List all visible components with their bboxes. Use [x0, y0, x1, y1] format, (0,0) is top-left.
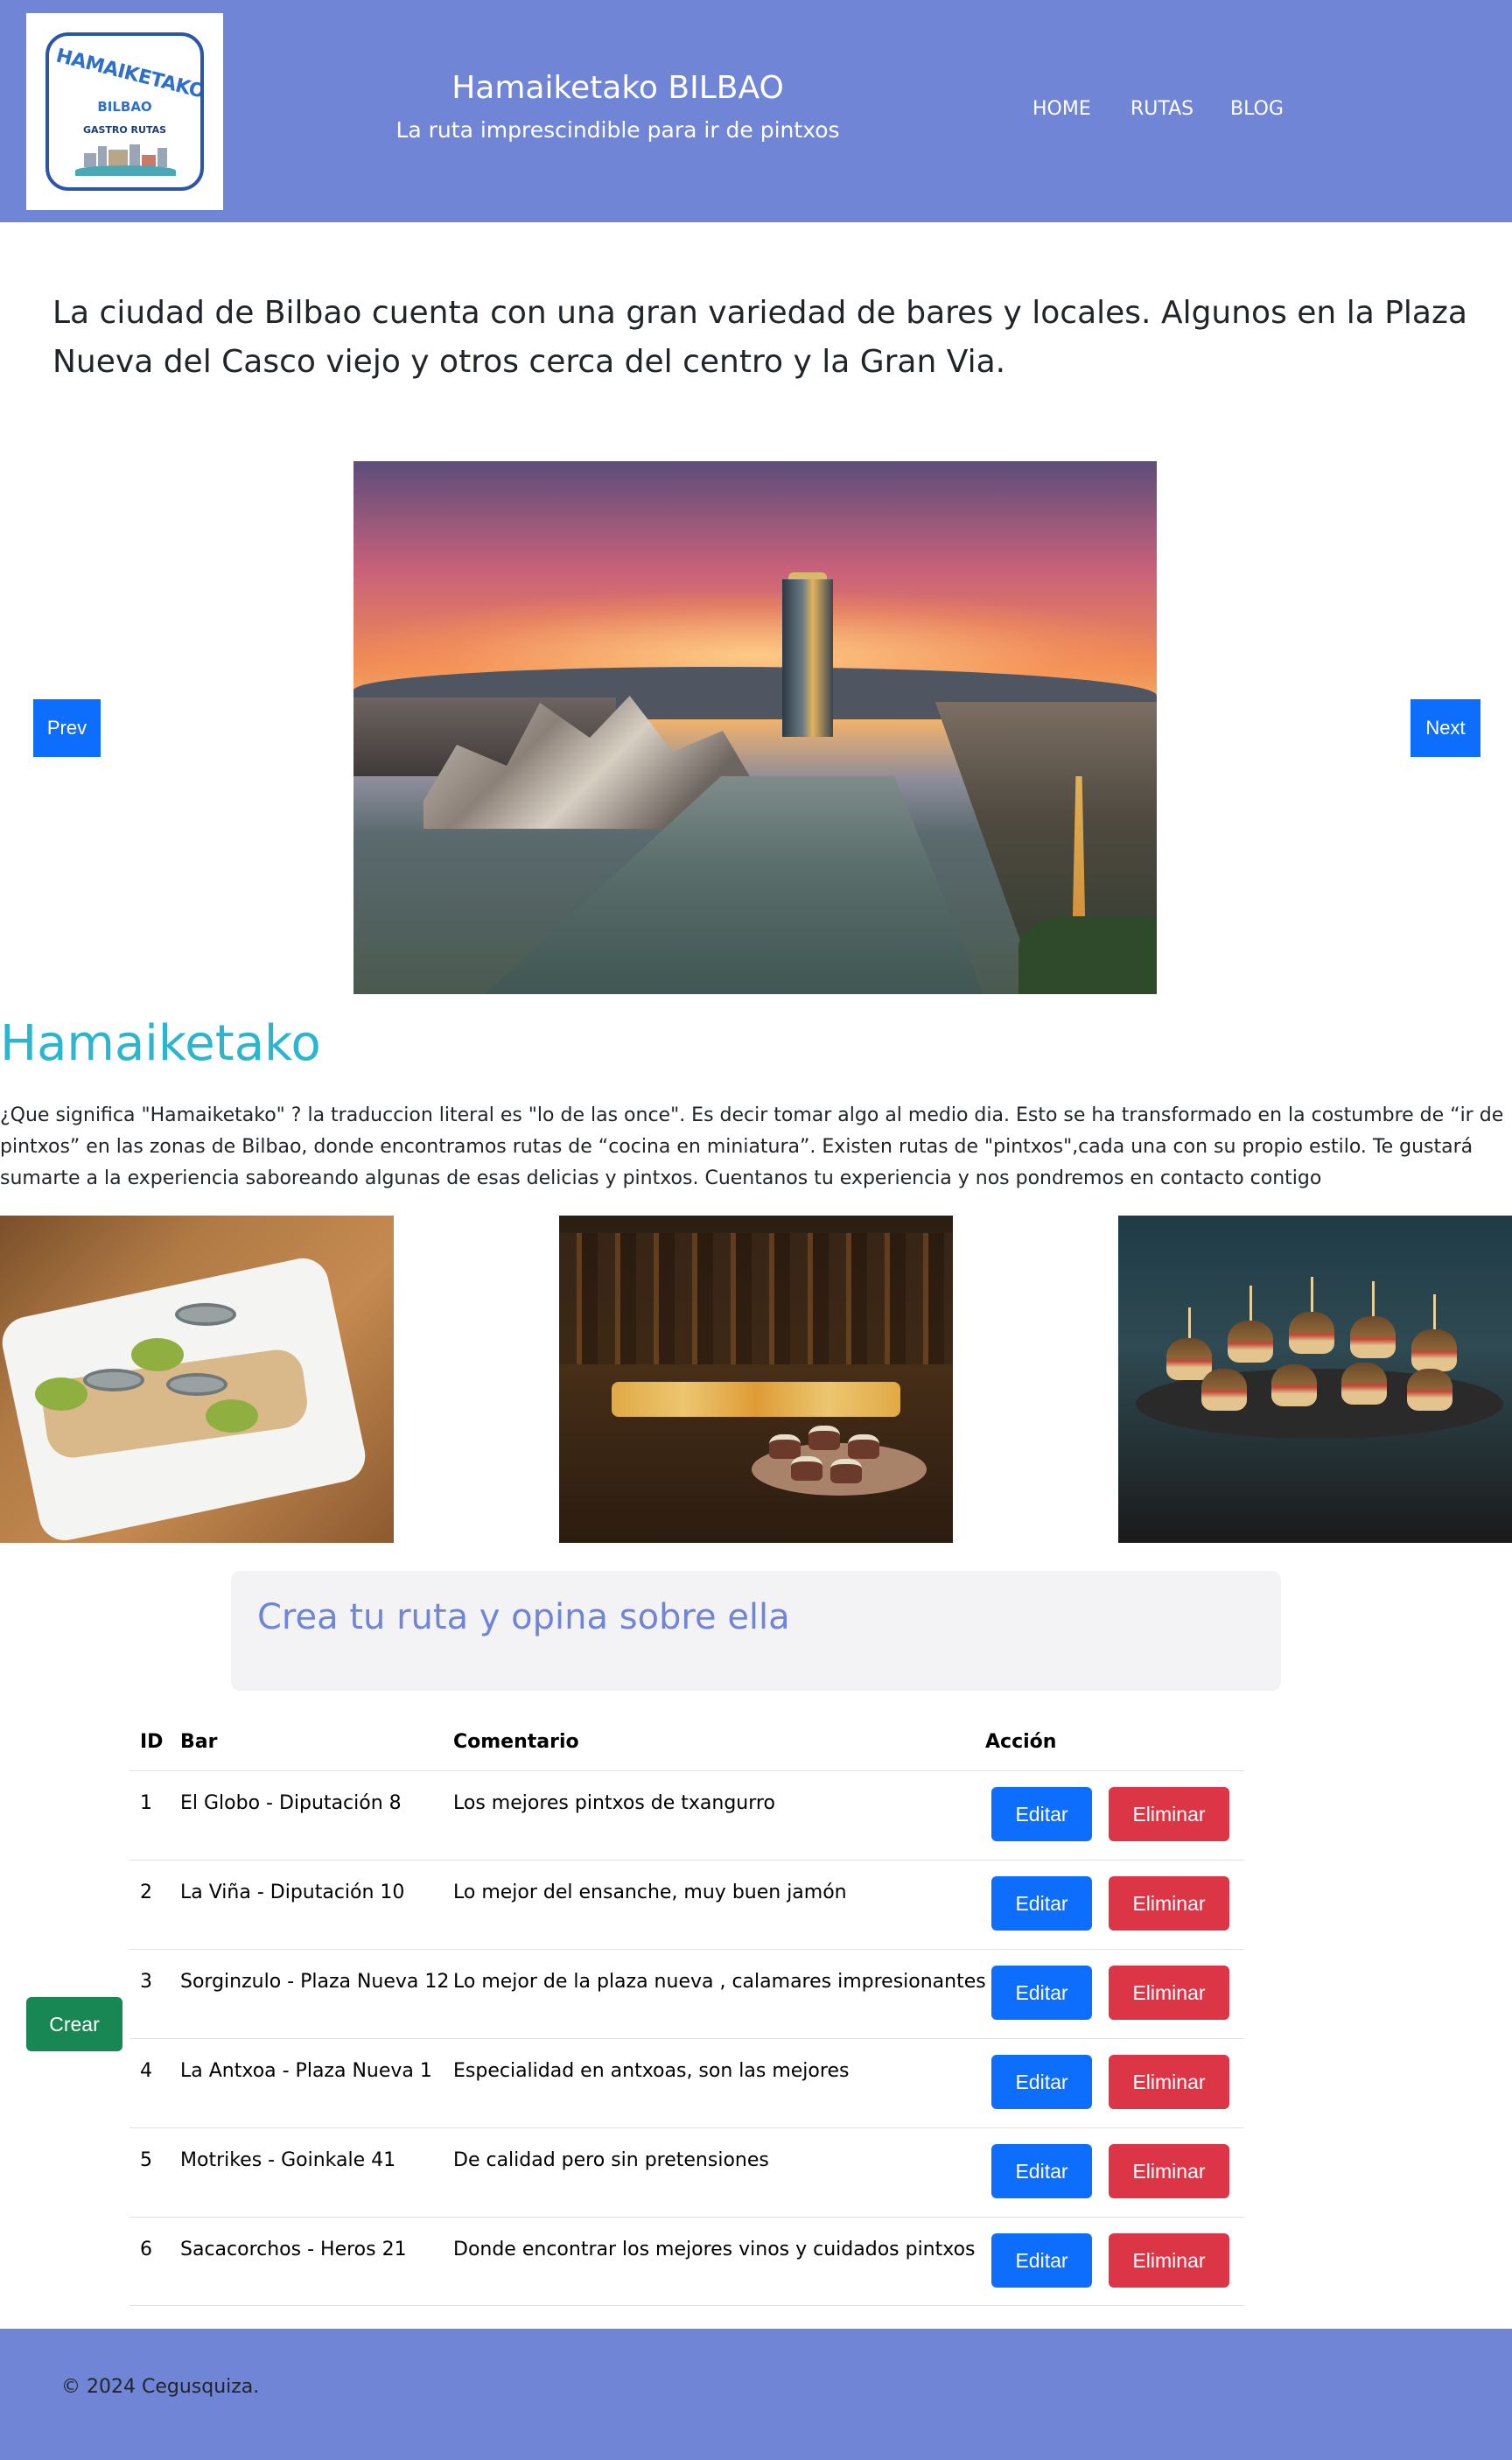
row-bar: Sorginzulo - Plaza Nueva 12 [180, 1971, 450, 1993]
edit-button[interactable]: Editar [991, 2055, 1092, 2109]
pintxo [808, 1426, 840, 1450]
anchovy [83, 1369, 144, 1391]
row-id: 6 [140, 2239, 152, 2260]
trees [1018, 916, 1157, 994]
pepper [35, 1377, 88, 1411]
delete-button[interactable]: Eliminar [1109, 2144, 1229, 2198]
stick [1188, 1307, 1191, 1342]
create-button[interactable]: Crear [26, 1997, 122, 2051]
row-comment: De calidad pero sin pretensiones [453, 2149, 769, 2171]
edit-button[interactable]: Editar [991, 1966, 1092, 2020]
mini-burger [1407, 1369, 1452, 1411]
iberdrola-tower [782, 579, 833, 737]
table-row: 4 La Antxoa - Plaza Nueva 1 Especialidad… [130, 2038, 1244, 2127]
row-comment: Lo mejor de la plaza nueva , calamares i… [453, 1971, 986, 1993]
edit-button[interactable]: Editar [991, 2233, 1092, 2288]
photo-anchovy-pintxo [0, 1216, 394, 1543]
mini-burger [1289, 1312, 1334, 1354]
pintxo [791, 1456, 822, 1481]
create-route-title: Crea tu ruta y opina sobre ella [257, 1597, 790, 1637]
anchovy [166, 1373, 228, 1396]
site-footer: © 2024 Cegusquiza. [0, 2329, 1512, 2460]
bottle-shelf [559, 1233, 953, 1364]
row-bar: La Antxoa - Plaza Nueva 1 [180, 2060, 432, 2082]
mini-burger [1201, 1369, 1247, 1411]
edit-button[interactable]: Editar [991, 1787, 1092, 1841]
row-id: 3 [140, 1971, 152, 1993]
row-bar: Sacacorchos - Heros 21 [180, 2239, 407, 2260]
row-comment: Especialidad en antxoas, son las mejores [453, 2060, 850, 2082]
intro-text: La ciudad de Bilbao cuenta con una gran … [52, 295, 1467, 380]
row-id: 5 [140, 2149, 152, 2171]
mini-burger [1271, 1364, 1317, 1406]
row-bar: Motrikes - Goinkale 41 [180, 2149, 396, 2171]
row-id: 4 [140, 2060, 152, 2082]
row-comment: Donde encontrar los mejores vinos y cuid… [453, 2239, 976, 2260]
stick [1250, 1286, 1252, 1321]
table-row: 2 La Viña - Diputación 10 Lo mejor del e… [130, 1860, 1244, 1949]
logo-subtitle: BILBAO [97, 99, 152, 115]
pintxo [830, 1459, 862, 1483]
photo-mini-burgers [1118, 1216, 1512, 1543]
counter-lights [612, 1382, 900, 1417]
pepper [131, 1338, 184, 1371]
anchovy [175, 1303, 236, 1326]
table-bottom-border [130, 2305, 1244, 2306]
logo-wave [75, 165, 176, 176]
stick [1433, 1294, 1436, 1329]
delete-button[interactable]: Eliminar [1109, 1966, 1229, 2020]
row-id: 1 [140, 1792, 152, 1814]
nav-rutas[interactable]: RUTAS [1130, 98, 1194, 120]
stick [1372, 1281, 1375, 1316]
stick [1311, 1277, 1313, 1312]
mini-burger [1341, 1363, 1387, 1405]
site-subtitle: La ruta imprescindible para ir de pintxo… [396, 117, 840, 143]
table-row: 5 Motrikes - Goinkale 41 De calidad pero… [130, 2127, 1244, 2217]
edit-button[interactable]: Editar [991, 1876, 1092, 1931]
pintxo [848, 1434, 879, 1459]
carousel-next-button[interactable]: Next [1410, 699, 1480, 757]
pepper [206, 1399, 258, 1433]
create-route-card: Crea tu ruta y opina sobre ella [231, 1571, 1281, 1691]
mini-burger [1166, 1338, 1212, 1380]
photo-pintxo-bar [559, 1216, 953, 1543]
mini-burger [1228, 1321, 1273, 1363]
logo-title: HAMAIKETAKO [53, 45, 204, 103]
logo-badge: HAMAIKETAKO BILBAO GASTRO RUTAS [46, 32, 204, 191]
carousel-prev-button[interactable]: Prev [33, 699, 101, 757]
carousel-image [354, 461, 1157, 994]
section-text: ¿Que significa "Hamaiketako" ? la traduc… [0, 1104, 1504, 1189]
row-bar: La Viña - Diputación 10 [180, 1882, 405, 1903]
mini-burger [1350, 1316, 1396, 1358]
logo-city-skyline [84, 143, 167, 167]
site-logo[interactable]: HAMAIKETAKO BILBAO GASTRO RUTAS [26, 13, 223, 210]
site-title: Hamaiketako BILBAO [452, 70, 784, 106]
logo-tagline: GASTRO RUTAS [82, 124, 167, 136]
table-header-action: Acción [985, 1731, 1057, 1753]
row-bar: El Globo - Diputación 8 [180, 1792, 402, 1814]
nav-blog[interactable]: BLOG [1230, 98, 1284, 120]
table-row: 3 Sorginzulo - Plaza Nueva 12 Lo mejor d… [130, 1949, 1244, 2038]
pintxo [769, 1434, 801, 1459]
delete-button[interactable]: Eliminar [1109, 2055, 1229, 2109]
table-row: 1 El Globo - Diputación 8 Los mejores pi… [130, 1770, 1244, 1860]
table-header-comment: Comentario [453, 1731, 579, 1753]
row-comment: Los mejores pintxos de txangurro [453, 1792, 775, 1814]
table-header-id: ID [140, 1731, 164, 1753]
row-comment: Lo mejor del ensanche, muy buen jamón [453, 1882, 847, 1903]
mini-burger [1411, 1329, 1457, 1371]
section-title: Hamaiketako [0, 1015, 321, 1072]
delete-button[interactable]: Eliminar [1109, 1787, 1229, 1841]
delete-button[interactable]: Eliminar [1109, 2233, 1229, 2288]
row-id: 2 [140, 1882, 152, 1903]
delete-button[interactable]: Eliminar [1109, 1876, 1229, 1931]
table-header-bar: Bar [180, 1731, 218, 1753]
copyright-text: © 2024 Cegusquiza. [61, 2376, 260, 2398]
edit-button[interactable]: Editar [991, 2144, 1092, 2198]
nav-home[interactable]: HOME [1032, 98, 1091, 120]
site-header: HAMAIKETAKO BILBAO GASTRO RUTAS Hamaiket… [0, 0, 1512, 222]
table-row: 6 Sacacorchos - Heros 21 Donde encontrar… [130, 2217, 1244, 2306]
